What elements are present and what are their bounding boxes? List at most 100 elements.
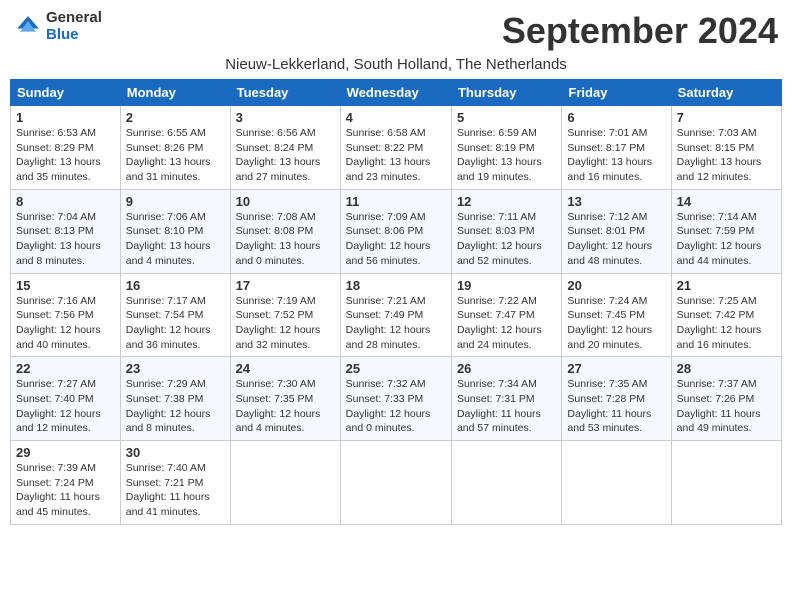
calendar-cell: 21Sunrise: 7:25 AM Sunset: 7:42 PM Dayli… <box>671 273 781 357</box>
day-info: Sunrise: 7:30 AM Sunset: 7:35 PM Dayligh… <box>236 377 335 436</box>
calendar-cell: 6Sunrise: 7:01 AM Sunset: 8:17 PM Daylig… <box>562 106 671 190</box>
day-info: Sunrise: 7:34 AM Sunset: 7:31 PM Dayligh… <box>457 377 556 436</box>
calendar-cell: 5Sunrise: 6:59 AM Sunset: 8:19 PM Daylig… <box>451 106 561 190</box>
calendar-cell: 24Sunrise: 7:30 AM Sunset: 7:35 PM Dayli… <box>230 357 340 441</box>
calendar-cell: 9Sunrise: 7:06 AM Sunset: 8:10 PM Daylig… <box>120 189 230 273</box>
day-number: 1 <box>16 110 115 125</box>
logo-blue-text: Blue <box>46 27 102 44</box>
day-info: Sunrise: 6:55 AM Sunset: 8:26 PM Dayligh… <box>126 126 225 185</box>
day-info: Sunrise: 7:39 AM Sunset: 7:24 PM Dayligh… <box>16 461 115 520</box>
calendar: SundayMondayTuesdayWednesdayThursdayFrid… <box>10 79 782 525</box>
day-number: 6 <box>567 110 665 125</box>
day-info: Sunrise: 7:17 AM Sunset: 7:54 PM Dayligh… <box>126 294 225 353</box>
day-number: 14 <box>677 194 776 209</box>
month-title: September 2024 <box>502 10 778 52</box>
day-info: Sunrise: 7:25 AM Sunset: 7:42 PM Dayligh… <box>677 294 776 353</box>
calendar-cell: 27Sunrise: 7:35 AM Sunset: 7:28 PM Dayli… <box>562 357 671 441</box>
calendar-cell <box>451 441 561 525</box>
logo-icon <box>14 13 42 41</box>
calendar-cell: 13Sunrise: 7:12 AM Sunset: 8:01 PM Dayli… <box>562 189 671 273</box>
calendar-week-3: 15Sunrise: 7:16 AM Sunset: 7:56 PM Dayli… <box>11 273 782 357</box>
day-info: Sunrise: 7:32 AM Sunset: 7:33 PM Dayligh… <box>346 377 446 436</box>
weekday-header-friday: Friday <box>562 80 671 106</box>
day-info: Sunrise: 6:58 AM Sunset: 8:22 PM Dayligh… <box>346 126 446 185</box>
day-number: 7 <box>677 110 776 125</box>
day-number: 17 <box>236 278 335 293</box>
calendar-cell <box>562 441 671 525</box>
calendar-cell: 23Sunrise: 7:29 AM Sunset: 7:38 PM Dayli… <box>120 357 230 441</box>
day-number: 24 <box>236 361 335 376</box>
day-number: 28 <box>677 361 776 376</box>
day-number: 13 <box>567 194 665 209</box>
header: General Blue September 2024 <box>10 10 782 52</box>
day-info: Sunrise: 7:09 AM Sunset: 8:06 PM Dayligh… <box>346 210 446 269</box>
day-info: Sunrise: 7:19 AM Sunset: 7:52 PM Dayligh… <box>236 294 335 353</box>
calendar-cell: 19Sunrise: 7:22 AM Sunset: 7:47 PM Dayli… <box>451 273 561 357</box>
calendar-cell <box>340 441 451 525</box>
day-number: 5 <box>457 110 556 125</box>
weekday-header-row: SundayMondayTuesdayWednesdayThursdayFrid… <box>11 80 782 106</box>
day-number: 10 <box>236 194 335 209</box>
calendar-cell: 12Sunrise: 7:11 AM Sunset: 8:03 PM Dayli… <box>451 189 561 273</box>
day-info: Sunrise: 7:37 AM Sunset: 7:26 PM Dayligh… <box>677 377 776 436</box>
day-number: 30 <box>126 445 225 460</box>
day-info: Sunrise: 7:11 AM Sunset: 8:03 PM Dayligh… <box>457 210 556 269</box>
calendar-cell: 8Sunrise: 7:04 AM Sunset: 8:13 PM Daylig… <box>11 189 121 273</box>
calendar-cell <box>671 441 781 525</box>
day-info: Sunrise: 7:22 AM Sunset: 7:47 PM Dayligh… <box>457 294 556 353</box>
day-info: Sunrise: 7:06 AM Sunset: 8:10 PM Dayligh… <box>126 210 225 269</box>
calendar-cell: 15Sunrise: 7:16 AM Sunset: 7:56 PM Dayli… <box>11 273 121 357</box>
weekday-header-tuesday: Tuesday <box>230 80 340 106</box>
calendar-cell: 1Sunrise: 6:53 AM Sunset: 8:29 PM Daylig… <box>11 106 121 190</box>
weekday-header-sunday: Sunday <box>11 80 121 106</box>
weekday-header-monday: Monday <box>120 80 230 106</box>
calendar-week-4: 22Sunrise: 7:27 AM Sunset: 7:40 PM Dayli… <box>11 357 782 441</box>
calendar-week-5: 29Sunrise: 7:39 AM Sunset: 7:24 PM Dayli… <box>11 441 782 525</box>
day-info: Sunrise: 7:14 AM Sunset: 7:59 PM Dayligh… <box>677 210 776 269</box>
day-info: Sunrise: 7:16 AM Sunset: 7:56 PM Dayligh… <box>16 294 115 353</box>
day-number: 3 <box>236 110 335 125</box>
calendar-cell: 29Sunrise: 7:39 AM Sunset: 7:24 PM Dayli… <box>11 441 121 525</box>
logo-general-text: General <box>46 10 102 27</box>
day-number: 15 <box>16 278 115 293</box>
day-number: 8 <box>16 194 115 209</box>
weekday-header-thursday: Thursday <box>451 80 561 106</box>
day-number: 29 <box>16 445 115 460</box>
day-info: Sunrise: 7:35 AM Sunset: 7:28 PM Dayligh… <box>567 377 665 436</box>
day-info: Sunrise: 7:01 AM Sunset: 8:17 PM Dayligh… <box>567 126 665 185</box>
calendar-cell: 11Sunrise: 7:09 AM Sunset: 8:06 PM Dayli… <box>340 189 451 273</box>
calendar-week-1: 1Sunrise: 6:53 AM Sunset: 8:29 PM Daylig… <box>11 106 782 190</box>
day-info: Sunrise: 6:56 AM Sunset: 8:24 PM Dayligh… <box>236 126 335 185</box>
calendar-cell: 10Sunrise: 7:08 AM Sunset: 8:08 PM Dayli… <box>230 189 340 273</box>
day-number: 19 <box>457 278 556 293</box>
day-info: Sunrise: 7:03 AM Sunset: 8:15 PM Dayligh… <box>677 126 776 185</box>
calendar-cell: 26Sunrise: 7:34 AM Sunset: 7:31 PM Dayli… <box>451 357 561 441</box>
day-number: 25 <box>346 361 446 376</box>
day-number: 18 <box>346 278 446 293</box>
day-number: 23 <box>126 361 225 376</box>
logo: General Blue <box>14 10 102 43</box>
day-info: Sunrise: 7:29 AM Sunset: 7:38 PM Dayligh… <box>126 377 225 436</box>
calendar-cell: 25Sunrise: 7:32 AM Sunset: 7:33 PM Dayli… <box>340 357 451 441</box>
calendar-cell: 3Sunrise: 6:56 AM Sunset: 8:24 PM Daylig… <box>230 106 340 190</box>
day-number: 4 <box>346 110 446 125</box>
day-info: Sunrise: 6:53 AM Sunset: 8:29 PM Dayligh… <box>16 126 115 185</box>
calendar-cell: 4Sunrise: 6:58 AM Sunset: 8:22 PM Daylig… <box>340 106 451 190</box>
day-number: 21 <box>677 278 776 293</box>
day-info: Sunrise: 7:08 AM Sunset: 8:08 PM Dayligh… <box>236 210 335 269</box>
day-info: Sunrise: 6:59 AM Sunset: 8:19 PM Dayligh… <box>457 126 556 185</box>
calendar-cell: 17Sunrise: 7:19 AM Sunset: 7:52 PM Dayli… <box>230 273 340 357</box>
day-number: 12 <box>457 194 556 209</box>
day-info: Sunrise: 7:21 AM Sunset: 7:49 PM Dayligh… <box>346 294 446 353</box>
day-number: 2 <box>126 110 225 125</box>
calendar-cell: 20Sunrise: 7:24 AM Sunset: 7:45 PM Dayli… <box>562 273 671 357</box>
day-info: Sunrise: 7:12 AM Sunset: 8:01 PM Dayligh… <box>567 210 665 269</box>
calendar-cell: 16Sunrise: 7:17 AM Sunset: 7:54 PM Dayli… <box>120 273 230 357</box>
weekday-header-saturday: Saturday <box>671 80 781 106</box>
weekday-header-wednesday: Wednesday <box>340 80 451 106</box>
day-info: Sunrise: 7:40 AM Sunset: 7:21 PM Dayligh… <box>126 461 225 520</box>
calendar-cell <box>230 441 340 525</box>
day-number: 16 <box>126 278 225 293</box>
calendar-cell: 28Sunrise: 7:37 AM Sunset: 7:26 PM Dayli… <box>671 357 781 441</box>
day-number: 26 <box>457 361 556 376</box>
